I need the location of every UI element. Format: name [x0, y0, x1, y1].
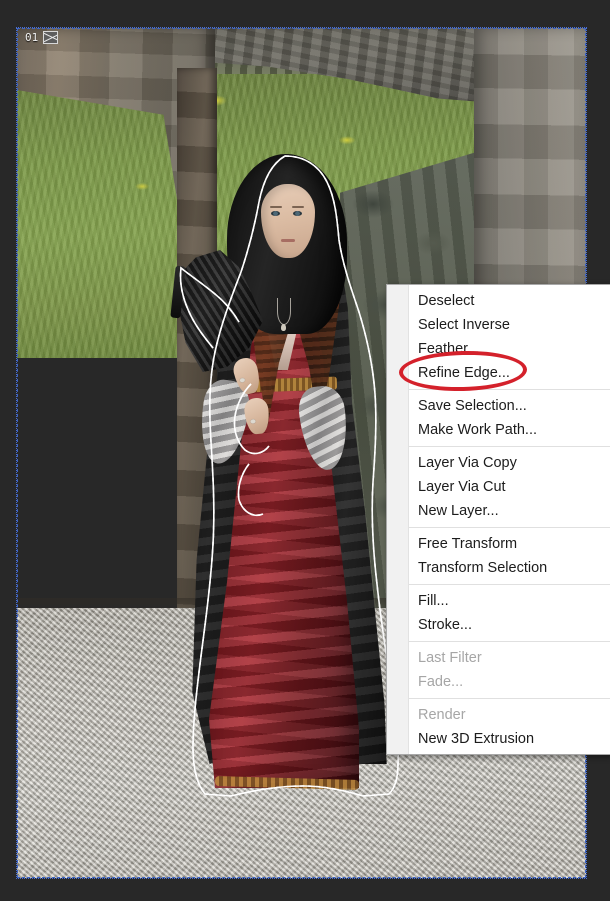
menu-separator	[409, 698, 610, 699]
menu-group: Layer Via Copy Layer Via Cut New Layer...	[387, 451, 610, 523]
menu-item-deselect[interactable]: Deselect	[387, 289, 610, 313]
menu-item-fill[interactable]: Fill...	[387, 589, 610, 613]
document-tab-badge: 01	[21, 30, 62, 45]
menu-separator	[409, 584, 610, 585]
eyebrow-left	[270, 206, 282, 208]
menu-item-fade: Fade...	[418, 674, 464, 690]
selection-context-menu[interactable]: Deselect Select Inverse Feather... Refine E…	[386, 284, 610, 755]
context-menu-body: Deselect Select Inverse Feather... Refine E…	[387, 289, 610, 751]
menu-item-new-layer[interactable]: New Layer...	[387, 499, 610, 523]
menu-group: Save Selection... Make Work Path...	[387, 394, 610, 442]
cloaked-figure	[170, 154, 393, 794]
menu-separator	[409, 446, 610, 447]
menu-item-new-3d-extrusion[interactable]: New 3D Extrusion	[387, 727, 610, 751]
menu-item-free-transform[interactable]: Free Transform	[387, 532, 610, 556]
menu-group: Last Filter Fade...	[387, 646, 610, 694]
menu-item-transform-selection[interactable]: Transform Selection	[387, 556, 610, 580]
ring-upper	[239, 377, 246, 383]
image-thumbnail-icon	[43, 31, 59, 44]
menu-item-layer-via-cut[interactable]: Layer Via Cut	[387, 475, 610, 499]
menu-item-refine-edge[interactable]: Refine Edge...	[387, 361, 610, 385]
menu-item-last-filter: Last Filter	[418, 650, 482, 666]
menu-group: Free Transform Transform Selection	[387, 532, 610, 580]
menu-item-save-selection[interactable]: Save Selection...	[387, 394, 610, 418]
document-tab-label: 01	[25, 31, 39, 44]
eyebrow-right	[292, 206, 304, 208]
menu-item-select-inverse[interactable]: Select Inverse	[387, 313, 610, 337]
eye-left	[271, 211, 280, 216]
menu-item-layer-via-copy[interactable]: Layer Via Copy	[387, 451, 610, 475]
menu-item-render: Render	[418, 707, 466, 723]
eye-right	[293, 211, 302, 216]
menu-group: Render New 3D Extrusion	[387, 703, 610, 751]
photoshop-workspace: 01 Deselect Select Inverse Feather... Refin…	[0, 0, 610, 901]
menu-separator	[409, 527, 610, 528]
menu-item-make-work-path[interactable]: Make Work Path...	[387, 418, 610, 442]
menu-separator	[409, 641, 610, 642]
menu-separator	[409, 389, 610, 390]
mouth	[281, 239, 295, 242]
necklace	[277, 298, 291, 325]
menu-item-feather[interactable]: Feather...	[387, 337, 610, 361]
ring-lower	[250, 419, 256, 424]
menu-item-stroke[interactable]: Stroke...	[387, 613, 610, 637]
menu-group: Fill... Stroke...	[387, 589, 610, 637]
pendant	[281, 324, 286, 331]
menu-group: Deselect Select Inverse Feather... Refine E…	[387, 289, 610, 385]
